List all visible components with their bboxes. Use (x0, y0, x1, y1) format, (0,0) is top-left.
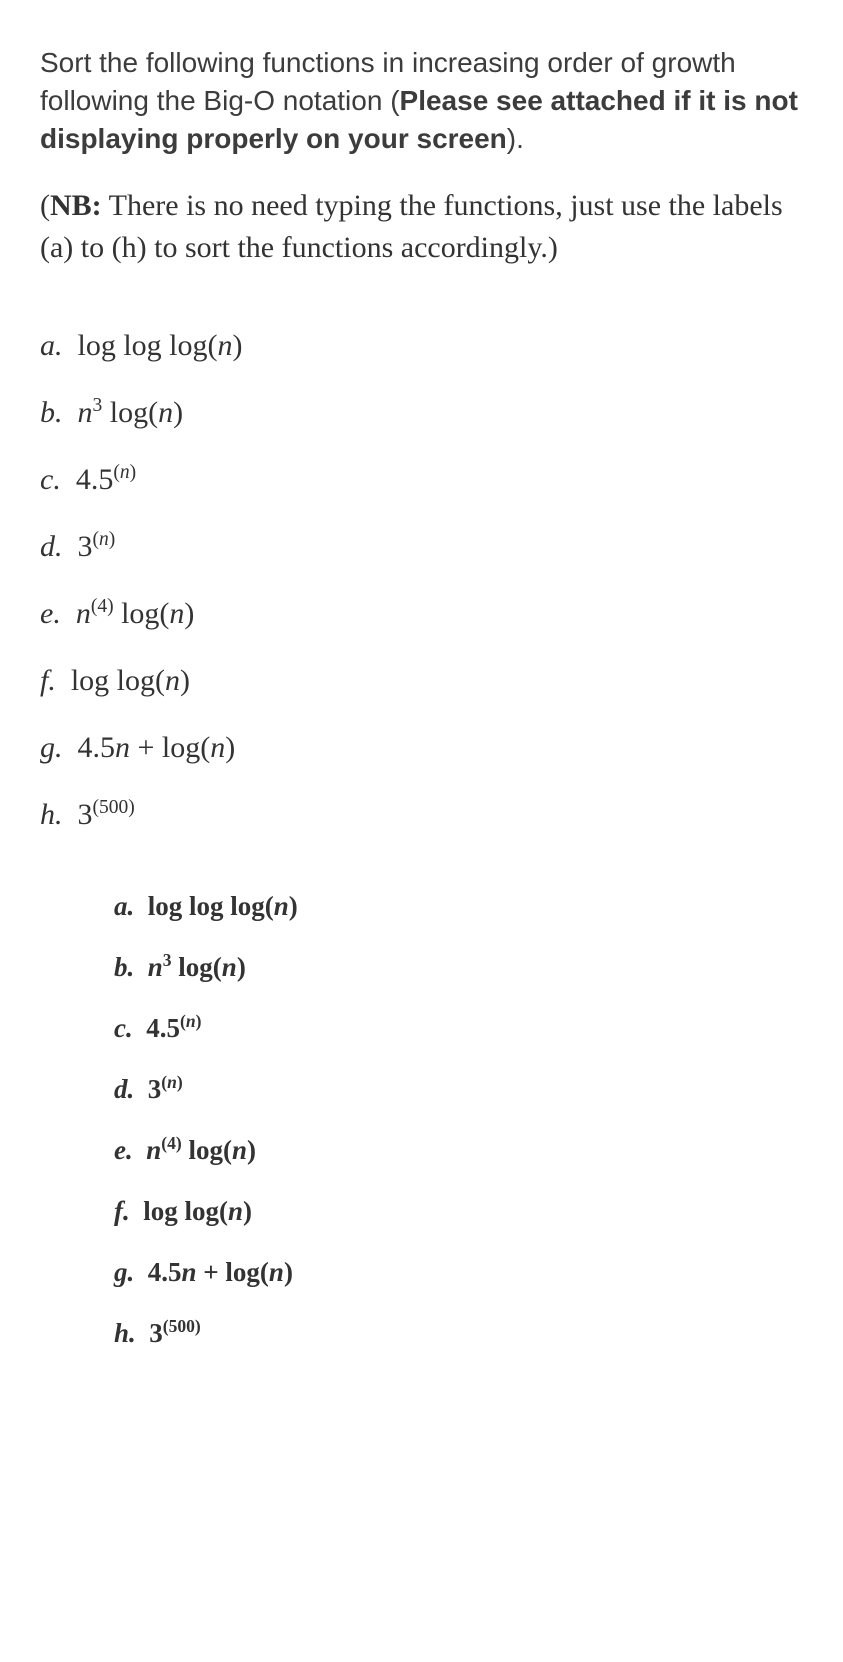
item-expr: n(4) log(n) (146, 1135, 256, 1165)
item-expr: 4.5(n) (76, 463, 136, 496)
item-h: h. 3(500) (40, 798, 803, 831)
item-expr: 3(n) (148, 1074, 183, 1104)
item-expr: 4.5n + log(n) (148, 1257, 293, 1287)
item-a-2: a. log log log(n) (114, 891, 803, 922)
item-expr: 3(n) (78, 530, 116, 563)
item-e: e. n(4) log(n) (40, 597, 803, 630)
item-label: g. (114, 1257, 134, 1287)
function-list-primary: a. log log log(n) b. n3 log(n) c. 4.5(n)… (40, 329, 803, 831)
item-d-2: d. 3(n) (114, 1074, 803, 1105)
nb-paragraph: (NB: There is no need typing the functio… (40, 185, 803, 269)
item-label: d. (40, 530, 63, 563)
item-label: a. (114, 891, 134, 921)
item-expr: 3(500) (78, 798, 135, 831)
item-g: g. 4.5n + log(n) (40, 731, 803, 764)
item-b: b. n3 log(n) (40, 396, 803, 429)
item-expr: 4.5n + log(n) (78, 731, 236, 764)
item-f: f. log log(n) (40, 664, 803, 697)
item-label: c. (114, 1013, 133, 1043)
item-h-2: h. 3(500) (114, 1318, 803, 1349)
item-label: f. (114, 1196, 130, 1226)
item-label: e. (40, 597, 61, 630)
item-expr: n(4) log(n) (76, 597, 195, 630)
item-label: b. (114, 952, 134, 982)
item-b-2: b. n3 log(n) (114, 952, 803, 983)
item-label: f. (40, 664, 56, 697)
prompt-paragraph: Sort the following functions in increasi… (40, 44, 803, 157)
item-label: b. (40, 396, 63, 429)
item-expr: log log log(n) (78, 329, 243, 362)
item-a: a. log log log(n) (40, 329, 803, 362)
nb-label: NB: (50, 189, 102, 222)
item-c: c. 4.5(n) (40, 463, 803, 496)
item-f-2: f. log log(n) (114, 1196, 803, 1227)
item-expr: 3(500) (149, 1318, 200, 1348)
item-expr: n3 log(n) (148, 952, 246, 982)
function-list-secondary: a. log log log(n) b. n3 log(n) c. 4.5(n)… (40, 891, 803, 1349)
item-expr: log log(n) (71, 664, 190, 697)
item-label: d. (114, 1074, 134, 1104)
item-label: g. (40, 731, 63, 764)
item-expr: n3 log(n) (78, 396, 184, 429)
item-c-2: c. 4.5(n) (114, 1013, 803, 1044)
item-g-2: g. 4.5n + log(n) (114, 1257, 803, 1288)
item-label: h. (114, 1318, 136, 1348)
item-label: a. (40, 329, 63, 362)
item-label: e. (114, 1135, 133, 1165)
item-label: h. (40, 798, 63, 831)
item-expr: log log log(n) (148, 891, 298, 921)
item-expr: log log(n) (143, 1196, 252, 1226)
item-d: d. 3(n) (40, 530, 803, 563)
item-expr: 4.5(n) (146, 1013, 201, 1043)
item-e-2: e. n(4) log(n) (114, 1135, 803, 1166)
intro-text-2: ). (507, 123, 524, 154)
item-label: c. (40, 463, 61, 496)
nb-text: There is no need typing the functions, j… (40, 189, 783, 264)
document-page: Sort the following functions in increasi… (0, 0, 843, 1409)
